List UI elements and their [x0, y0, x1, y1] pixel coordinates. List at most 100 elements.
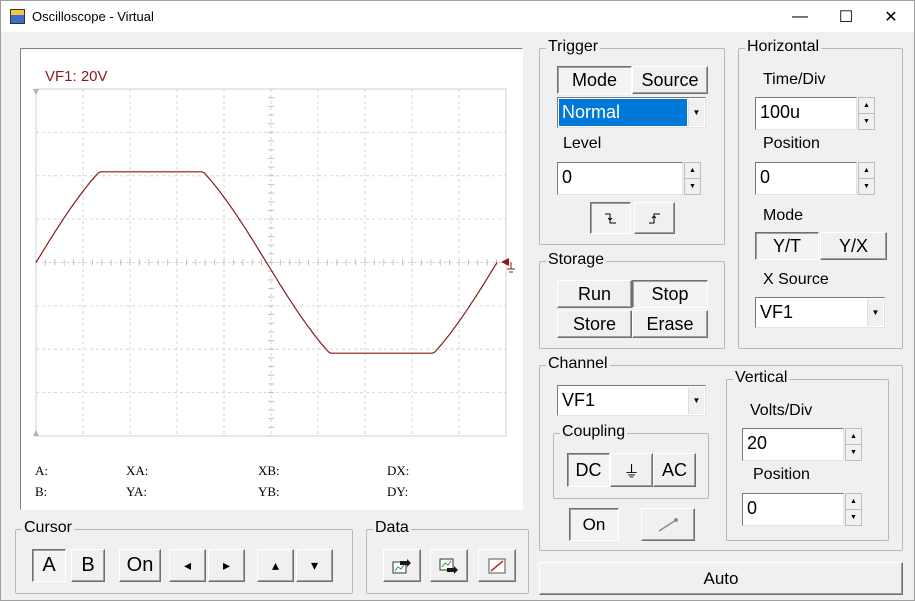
spin-down-icon[interactable]: ▼: [859, 179, 874, 195]
data-group: Data: [366, 519, 529, 594]
mode-yt-button[interactable]: Y/T: [755, 232, 819, 260]
probe-icon: [658, 517, 678, 532]
vertical-position-input[interactable]: 0: [742, 493, 844, 526]
spin-up-icon[interactable]: ▲: [685, 163, 700, 179]
trigger-level-label: Level: [563, 135, 602, 152]
channel-select[interactable]: VF1 ▼: [557, 385, 706, 416]
trigger-mode-value: Normal: [559, 99, 687, 126]
readout-dx: DX:: [387, 463, 410, 478]
spin-down-icon[interactable]: ▼: [685, 179, 700, 195]
readout-yb: YB:: [258, 484, 280, 499]
bottom-marker-icon: [33, 430, 39, 436]
import-data-icon: [439, 558, 458, 574]
channel-group: Channel VF1 ▼ Coupling DC ⏚ AC On Vertic…: [539, 355, 903, 551]
mode-yx-button[interactable]: Y/X: [820, 232, 887, 260]
horizontal-mode-label: Mode: [763, 207, 804, 224]
coupling-group-label: Coupling: [560, 423, 628, 441]
time-div-spinner[interactable]: ▲ ▼: [858, 97, 875, 130]
cursor-a-button[interactable]: A: [32, 549, 66, 582]
import-data-button[interactable]: [430, 549, 468, 582]
coupling-gnd-button[interactable]: ⏚: [610, 453, 653, 487]
close-button[interactable]: ✕: [868, 1, 914, 32]
store-button[interactable]: Store: [557, 310, 632, 338]
scope-screen: [33, 88, 515, 437]
auto-button[interactable]: Auto: [539, 562, 903, 595]
cursor-up-button[interactable]: ▴: [257, 549, 294, 582]
x-source-label: X Source: [763, 271, 829, 288]
x-source-select[interactable]: VF1 ▼: [755, 297, 885, 328]
coupling-dc-button[interactable]: DC: [567, 453, 610, 487]
trigger-mode-tab[interactable]: Mode: [557, 66, 632, 94]
spin-up-icon[interactable]: ▲: [846, 494, 861, 510]
volts-div-spinner[interactable]: ▲ ▼: [845, 428, 862, 461]
readout-b: B:: [35, 484, 48, 499]
cursor-group-label: Cursor: [22, 519, 75, 537]
oscilloscope-app-icon: [10, 9, 25, 24]
cursor-down-button[interactable]: ▾: [296, 549, 333, 582]
cursor-group: Cursor A B On ◂ ▸ ▴ ▾: [15, 519, 353, 594]
spin-up-icon[interactable]: ▲: [859, 98, 874, 114]
volts-div-input[interactable]: 20: [742, 428, 844, 461]
plot-graph-icon: [488, 558, 506, 573]
cursor-b-button[interactable]: B: [71, 549, 105, 582]
erase-button[interactable]: Erase: [632, 310, 708, 338]
falling-edge-icon: [604, 213, 616, 224]
dropdown-arrow-icon: ▼: [867, 299, 883, 326]
vertical-position-spinner[interactable]: ▲ ▼: [845, 493, 862, 526]
rising-edge-icon: [648, 213, 660, 224]
trigger-level-marker-icon: [501, 258, 509, 266]
oscilloscope-window: Oscilloscope - Virtual — ☐ ✕ VF1: 20V A:…: [0, 0, 915, 601]
scope-display[interactable]: VF1: 20V A: B: XA: YA: XB: YB: DX: DY:: [20, 48, 523, 510]
channel-value: VF1: [562, 390, 596, 410]
trigger-mode-select[interactable]: Normal ▼: [557, 97, 706, 128]
minimize-button[interactable]: —: [777, 1, 823, 32]
data-group-label: Data: [373, 519, 411, 537]
vertical-position-label: Position: [753, 466, 810, 483]
cursor-on-button[interactable]: On: [119, 549, 161, 582]
cursor-left-button[interactable]: ◂: [169, 549, 206, 582]
readout-ya: YA:: [126, 484, 147, 499]
spin-up-icon[interactable]: ▲: [859, 163, 874, 179]
spin-down-icon[interactable]: ▼: [846, 510, 861, 526]
spin-up-icon[interactable]: ▲: [846, 429, 861, 445]
maximize-button[interactable]: ☐: [823, 1, 869, 32]
volts-div-label: Volts/Div: [750, 402, 813, 419]
vertical-group-label: Vertical: [733, 369, 790, 387]
rising-edge-button[interactable]: [634, 202, 675, 234]
cursor-right-button[interactable]: ▸: [208, 549, 245, 582]
top-marker-icon: [33, 89, 39, 95]
horizontal-position-input[interactable]: 0: [755, 162, 857, 195]
readout-xa: XA:: [126, 463, 149, 478]
coupling-group: Coupling DC ⏚ AC: [553, 423, 709, 499]
vertical-group: Vertical Volts/Div 20 ▲ ▼ Position 0 ▲ ▼: [726, 369, 889, 541]
probe-button[interactable]: [641, 508, 695, 541]
plot-data-button[interactable]: [478, 549, 516, 582]
window-title: Oscilloscope - Virtual: [32, 9, 154, 24]
coupling-ac-button[interactable]: AC: [653, 453, 696, 487]
spin-down-icon[interactable]: ▼: [846, 445, 861, 461]
trigger-source-tab[interactable]: Source: [632, 66, 708, 94]
channel-on-button[interactable]: On: [569, 508, 619, 541]
falling-edge-button[interactable]: [590, 202, 631, 234]
readout-a: A:: [35, 463, 48, 478]
spin-down-icon[interactable]: ▼: [859, 114, 874, 130]
dropdown-arrow-icon: ▼: [688, 99, 704, 126]
dropdown-arrow-icon: ▼: [688, 387, 704, 414]
export-data-icon: [392, 558, 411, 573]
readout-dy: DY:: [387, 484, 409, 499]
run-button[interactable]: Run: [557, 280, 632, 308]
storage-group: Storage Run Stop Store Erase: [539, 251, 725, 349]
channel-group-label: Channel: [546, 355, 610, 373]
horizontal-position-spinner[interactable]: ▲ ▼: [858, 162, 875, 195]
trigger-group: Trigger Mode Source Normal ▼ Level 0 ▲ ▼: [539, 38, 725, 245]
export-data-button[interactable]: [383, 549, 421, 582]
graticule: [35, 88, 507, 437]
horizontal-group: Horizontal Time/Div 100u ▲ ▼ Position 0 ▲…: [738, 38, 903, 349]
trigger-level-input[interactable]: 0: [557, 162, 683, 195]
time-div-input[interactable]: 100u: [755, 97, 857, 130]
trigger-group-label: Trigger: [546, 38, 601, 56]
trigger-level-spinner[interactable]: ▲ ▼: [684, 162, 701, 195]
storage-group-label: Storage: [546, 251, 607, 269]
title-bar: Oscilloscope - Virtual — ☐ ✕: [1, 1, 914, 32]
stop-button[interactable]: Stop: [632, 280, 708, 308]
